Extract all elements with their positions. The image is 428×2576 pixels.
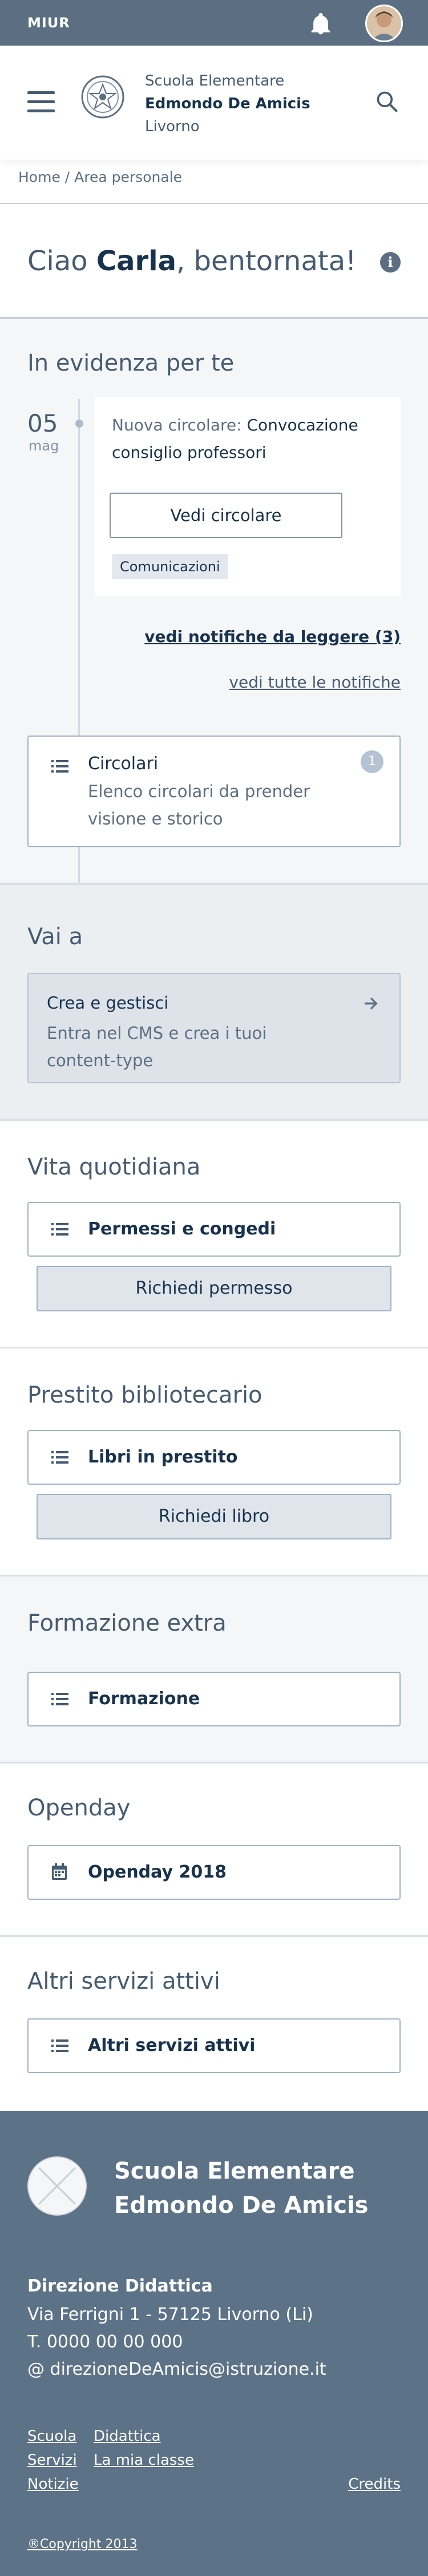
- count-badge: 1: [361, 750, 383, 773]
- library-title: Prestito bibliotecario: [27, 1382, 263, 1408]
- user-name: Carla: [96, 245, 177, 277]
- footer-link-didattica[interactable]: Didattica: [94, 2428, 161, 2445]
- training-label: Formazione: [88, 1689, 200, 1709]
- breadcrumb-separator: /: [60, 169, 75, 185]
- calendar-icon: [51, 1863, 67, 1883]
- list-icon: [51, 759, 68, 775]
- training-title: Formazione extra: [27, 1610, 227, 1636]
- all-notifications-link[interactable]: vedi tutte le notifiche: [229, 673, 401, 692]
- borrowed-books-item[interactable]: Libri in prestito: [27, 1430, 401, 1485]
- daily-title: Vita quotidiana: [27, 1154, 201, 1180]
- goto-title: Vai a: [27, 924, 83, 950]
- site-footer: Scuola Elementare Edmondo De Amicis Dire…: [0, 2111, 428, 2576]
- bell-icon[interactable]: [308, 11, 333, 36]
- brand-label[interactable]: MIUR: [27, 15, 70, 31]
- openday-item[interactable]: Openday 2018: [27, 1845, 401, 1900]
- arrow-right-icon: [362, 994, 380, 1018]
- circolari-title: Circolari: [88, 754, 159, 774]
- divider: [0, 1935, 428, 1937]
- notification-card: Nuova circolare: Convocazione consiglio …: [95, 397, 401, 596]
- training-section: [0, 1577, 428, 1762]
- other-services-label: Altri servizi attivi: [88, 2035, 256, 2055]
- date-month: mag: [29, 438, 59, 454]
- avatar[interactable]: [365, 5, 403, 42]
- footer-link-notizie[interactable]: Notizie: [27, 2476, 79, 2493]
- other-services-title: Altri servizi attivi: [27, 1968, 220, 1994]
- notification-text: Nuova circolare: Convocazione consiglio …: [112, 416, 358, 462]
- other-services-item[interactable]: Altri servizi attivi: [27, 2018, 401, 2073]
- breadcrumb-home[interactable]: Home: [18, 169, 60, 185]
- openday-label: Openday 2018: [88, 1862, 227, 1882]
- list-icon: [51, 2039, 68, 2055]
- footer-phone: T. 0000 00 00 000: [27, 2332, 183, 2352]
- openday-title: Openday: [27, 1795, 131, 1821]
- footer-office: Direzione Didattica: [27, 2276, 213, 2296]
- hamburger-icon[interactable]: [27, 91, 55, 119]
- school-name[interactable]: Scuola Elementare Edmondo De Amicis Livo…: [145, 70, 310, 138]
- school-line-2: Edmondo De Amicis: [145, 95, 310, 112]
- greeting: Ciao Carla, bentornata!: [27, 245, 357, 277]
- footer-address: Via Ferrigni 1 - 57125 Livorno (Li): [27, 2305, 313, 2325]
- unread-notifications-link[interactable]: vedi notifiche da leggere (3): [144, 627, 401, 646]
- permits-item[interactable]: Permessi e congedi: [27, 1202, 401, 1257]
- divider: [0, 1762, 428, 1764]
- borrowed-books-label: Libri in prestito: [88, 1447, 238, 1467]
- footer-logo[interactable]: [27, 2156, 87, 2216]
- footer-link-la-mia-classe[interactable]: La mia classe: [94, 2452, 194, 2469]
- divider: [0, 1119, 428, 1121]
- highlights-title: In evidenza per te: [27, 350, 235, 376]
- divider: [0, 203, 428, 204]
- permits-label: Permessi e congedi: [88, 1219, 276, 1239]
- footer-school-name[interactable]: Scuola Elementare Edmondo De Amicis: [114, 2154, 368, 2222]
- footer-email[interactable]: @ direzioneDeAmicis@istruzione.it: [27, 2359, 326, 2379]
- circolari-description: Elenco circolari da prender visione e st…: [88, 782, 310, 828]
- cms-card-title: Crea e gestisci: [47, 993, 169, 1013]
- timeline-dot: [75, 420, 83, 428]
- divider: [0, 1347, 428, 1348]
- category-tag[interactable]: Comunicazioni: [112, 554, 228, 579]
- breadcrumb: Home / Area personale: [18, 169, 182, 185]
- footer-link-credits[interactable]: Credits: [348, 2476, 401, 2493]
- request-permit-button[interactable]: Richiedi permesso: [37, 1266, 391, 1311]
- footer-link-servizi[interactable]: Servizi: [27, 2452, 77, 2469]
- view-circular-button[interactable]: Vedi circolare: [110, 493, 342, 538]
- circolari-card[interactable]: Circolari Elenco circolari da prender vi…: [27, 736, 401, 847]
- list-icon: [51, 1450, 68, 1466]
- date-day: 05: [27, 409, 58, 437]
- breadcrumb-current: Area personale: [74, 169, 182, 185]
- list-icon: [51, 1692, 68, 1708]
- school-line-1: Scuola Elementare: [145, 72, 285, 90]
- school-logo[interactable]: [80, 68, 126, 125]
- school-line-3: Livorno: [145, 118, 200, 135]
- search-icon[interactable]: [374, 89, 402, 116]
- list-icon: [51, 1222, 68, 1238]
- footer-link-scuola[interactable]: Scuola: [27, 2428, 76, 2445]
- request-book-button[interactable]: Richiedi libro: [37, 1494, 391, 1539]
- cms-card[interactable]: Crea e gestisci Entra nel CMS e crea i t…: [27, 973, 401, 1083]
- training-item[interactable]: Formazione: [27, 1672, 401, 1726]
- copyright[interactable]: ®Copyright 2013: [27, 2537, 137, 2551]
- info-icon[interactable]: i: [380, 252, 401, 273]
- cms-card-description: Entra nel CMS e crea i tuoi content-type: [47, 1023, 267, 1070]
